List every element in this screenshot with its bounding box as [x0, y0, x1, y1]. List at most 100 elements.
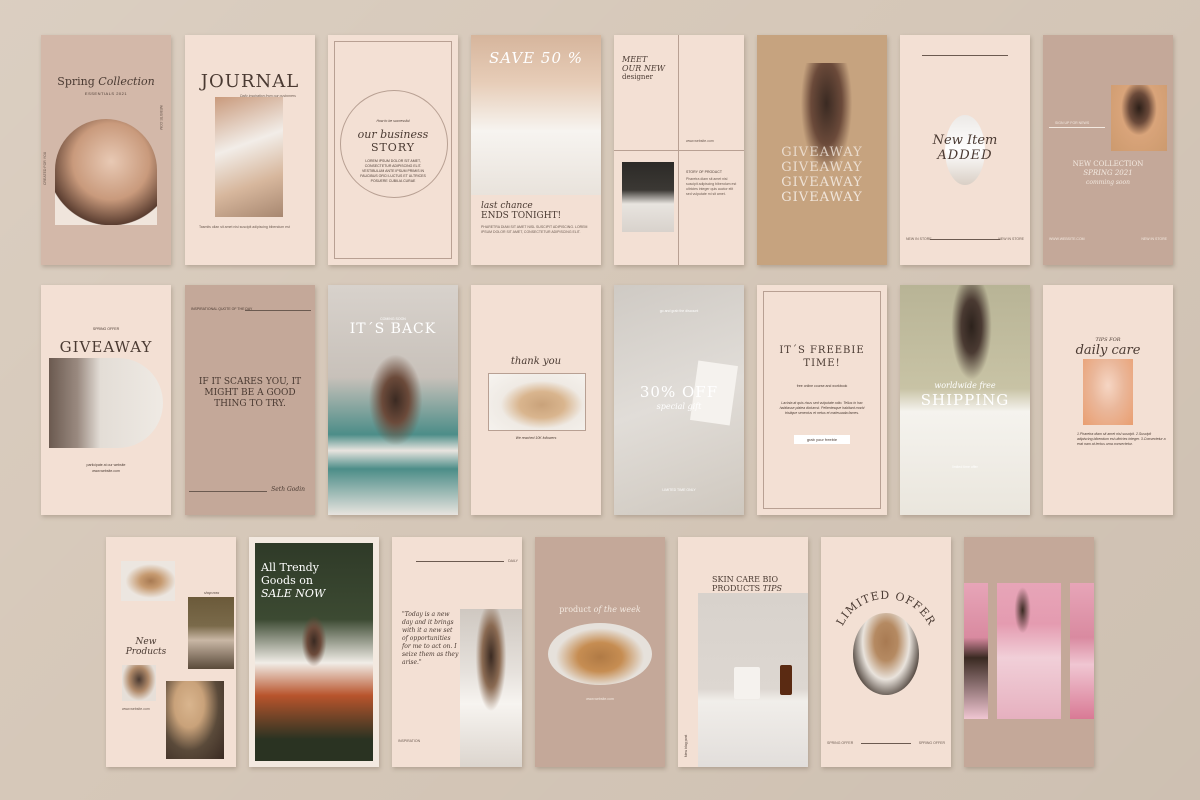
- card-subtitle: ESSENTIALS 2021: [84, 91, 128, 96]
- footer-right: NEW IN STORE: [998, 237, 1024, 241]
- footer-right: SPRING OFFER: [918, 741, 945, 745]
- card-line-2: ENDS TONIGHT!: [481, 211, 562, 221]
- story-card-thank-you[interactable]: thank you We reached 10K followers: [471, 285, 601, 515]
- card-t3: designer: [622, 73, 653, 81]
- card-title: IT´S FREEBIE: [779, 345, 865, 356]
- story-card-product-of-week[interactable]: product of the week www.website.com: [535, 537, 665, 767]
- card-footer: INSPIRATION: [398, 739, 421, 743]
- card-body: Lacinia at quis risus sed vulputate odio…: [779, 401, 865, 415]
- divider-bottom: [861, 743, 911, 744]
- card-title-italic: Collection: [98, 75, 155, 88]
- card-frame: [763, 291, 881, 509]
- woman-straw-hat-photo: [853, 613, 919, 695]
- card-title-2: SHIPPING: [920, 391, 1010, 409]
- card-title-2: STORY: [370, 141, 416, 154]
- card-title-2: Products: [125, 647, 167, 657]
- story-card-shipping[interactable]: worldwide free SHIPPING limited time off…: [900, 285, 1030, 515]
- card-title: New: [135, 637, 157, 647]
- card-title: IT´S BACK: [349, 321, 437, 337]
- pink-photo-left: [964, 583, 988, 719]
- story-card-new-item[interactable]: New Item ADDED NEW IN STORE NEW IN STORE: [900, 35, 1030, 265]
- card-t1: SKIN CARE BIO: [712, 575, 779, 584]
- side-url: WEBSITE.COM: [159, 105, 163, 130]
- skin-care-photo: [1083, 359, 1133, 425]
- card-title: 30% OFF: [639, 383, 719, 401]
- story-card-meet-designer[interactable]: MEET OUR NEW designer www.website.com ST…: [614, 35, 744, 265]
- story-card-quote[interactable]: INSPIRATIONAL QUOTE OF THE DAY IF IT SCA…: [185, 285, 315, 515]
- story-card-daily-inspiration[interactable]: DAILY "Today is a new day and it brings …: [392, 537, 522, 767]
- story-card-its-back[interactable]: COMING SOON IT´S BACK: [328, 285, 458, 515]
- side-text: CREATED FOR YOU: [43, 151, 47, 185]
- card-title-2: ADDED: [937, 148, 993, 163]
- divider-top: [416, 561, 504, 562]
- card-line-1: last chance: [481, 201, 533, 211]
- card-t1: NEW COLLECTION: [1072, 160, 1144, 168]
- card-small-text: go and grab the discount: [659, 309, 699, 313]
- giveaway-word-1: GIVEAWAY: [781, 145, 863, 160]
- card-small-text: limited time offer: [952, 465, 978, 469]
- card-t3: TIPS: [762, 584, 782, 593]
- card-t2: PRODUCTS: [712, 584, 761, 593]
- divider-bottom: [189, 491, 267, 492]
- side-text: New blog post: [684, 734, 688, 757]
- story-card-discount[interactable]: go and grab the discount 30% OFF special…: [614, 285, 744, 515]
- straw-hat-photo: [166, 681, 224, 759]
- pink-photo-right: [1070, 583, 1094, 719]
- card-body: participate at our website: [86, 463, 126, 467]
- card-body: Tasmits ollan sit amet nisi suscipit adi…: [199, 225, 290, 229]
- card-t2: SPRING 2021: [1083, 169, 1133, 177]
- divider-top: [245, 310, 311, 311]
- signup-text: SIGN UP FOR NEWS: [1055, 121, 1090, 125]
- card-body: LOREM IPSUM DOLOR SIT AMET, CONSECTETUR …: [360, 159, 426, 183]
- knit-sweater-photo: [548, 623, 652, 685]
- tips-list: 1.Pharetra diam sit amet nisl suscipit. …: [1077, 432, 1166, 446]
- card-title: our business: [357, 128, 429, 141]
- card-url: www.website.com: [92, 469, 120, 473]
- story-card-limited-offer[interactable]: LIMITED OFFER SPRING OFFER SPRING OFFER: [821, 537, 951, 767]
- divider-bottom: [930, 239, 1000, 240]
- card-small-text: shop now: [204, 591, 219, 595]
- card-t2: Goods on: [261, 574, 313, 587]
- card-title: GIVEAWAY: [59, 338, 153, 356]
- story-card-journal[interactable]: JOURNAL Daily inspiration from our custo…: [185, 35, 315, 265]
- story-card-freebie[interactable]: IT´S FREEBIE TIME! free online course an…: [757, 285, 887, 515]
- story-card-skin-care-tips[interactable]: SKIN CARE BIO PRODUCTS TIPS New blog pos…: [678, 537, 808, 767]
- divider-top: [922, 55, 1008, 56]
- story-card-sale[interactable]: SAVE 50 % last chance ENDS TONIGHT! PHAR…: [471, 35, 601, 265]
- grab-freebie-button[interactable]: grab your freebie: [794, 435, 850, 444]
- story-card-spring-collection[interactable]: Spring Collection ESSENTIALS 2021 CREATE…: [41, 35, 171, 265]
- story-card-new-collection[interactable]: SIGN UP FOR NEWS NEW COLLECTION SPRING 2…: [1043, 35, 1173, 265]
- footer-left: NEW IN STORE: [906, 237, 932, 241]
- card-footer: LIMITED TIME ONLY: [662, 488, 696, 492]
- woman-ear-photo: [215, 97, 283, 217]
- card-title-2: TIME!: [803, 358, 841, 369]
- footer-right: NEW IN STORE: [1141, 237, 1167, 241]
- card-body: Pharetra diam sit amet nisl suscipit adi…: [686, 177, 737, 196]
- card-title: worldwide free: [934, 381, 996, 390]
- story-card-giveaway-photo[interactable]: GIVEAWAY GIVEAWAY GIVEAWAY GIVEAWAY: [757, 35, 887, 265]
- woman-portrait-photo: [1111, 85, 1167, 151]
- card-body: PHARETRA DIAM SIT AMET NISL SUSCIPIT ADI…: [481, 225, 588, 234]
- card-url: www.website.com: [122, 707, 150, 711]
- story-card-pink-collage[interactable]: [964, 537, 1094, 767]
- story-card-giveaway-offer[interactable]: SPRING OFFER GIVEAWAY participate at our…: [41, 285, 171, 515]
- story-card-new-products[interactable]: shop now New Products www.website.com: [106, 537, 236, 767]
- card-small-text: INSPIRATIONAL QUOTE OF THE DAY: [191, 307, 253, 311]
- quote-text: IF IT SCARES YOU, IT MIGHT BE A GOOD THI…: [198, 377, 302, 409]
- card-title: daily care: [1075, 343, 1141, 358]
- card-url: www.website.com: [586, 697, 614, 701]
- card-title: JOURNAL: [200, 71, 300, 92]
- straw-hat-photo: [488, 373, 586, 431]
- card-t3: SALE NOW: [261, 587, 326, 600]
- story-card-business-story[interactable]: How to be successful our business STORY …: [328, 35, 458, 265]
- serum-bottle: [780, 665, 792, 695]
- woman-portrait-photo: [55, 119, 157, 225]
- card-t2: OUR NEW: [622, 64, 665, 73]
- story-card-daily-care[interactable]: TIPS FOR daily care 1.Pharetra diam sit …: [1043, 285, 1173, 515]
- divider-horizontal: [614, 150, 744, 151]
- footer-left: SPRING OFFER: [827, 741, 854, 745]
- story-card-trendy-sale[interactable]: All Trendy Goods on SALE NOW: [249, 537, 379, 767]
- giveaway-word-3: GIVEAWAY: [781, 175, 863, 190]
- card-title-italic: of the week: [593, 605, 641, 614]
- card-url: www.website.com: [686, 139, 714, 143]
